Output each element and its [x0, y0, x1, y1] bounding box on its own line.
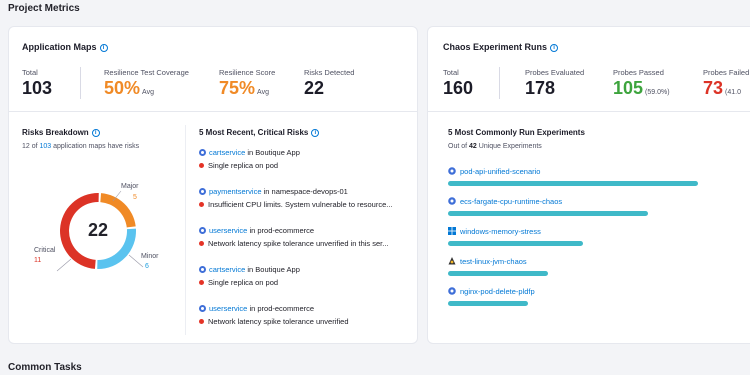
experiment-item[interactable]: test-linux-jvm-chaos: [448, 257, 748, 281]
minor-label: Minor: [141, 253, 159, 260]
experiment-run-bar: [448, 211, 648, 216]
probes-evaluated-label: Probes Evaluated: [525, 68, 585, 77]
common-experiments-list: pod-api-unified-scenario ecs-fargate-cpu-…: [448, 167, 748, 327]
kubernetes-icon: [448, 287, 460, 296]
risk-description: Insufficient CPU limits. System vulnerab…: [199, 200, 399, 209]
risk-description: Network latency spike tolerance unverifi…: [199, 239, 399, 248]
experiment-run-bar: [448, 181, 698, 186]
experiment-name[interactable]: pod-api-unified-scenario: [448, 167, 748, 176]
risk-list-item: paymentservice in namespace-devops-01 Ins…: [199, 187, 414, 209]
risk-description: Network latency spike tolerance unverifi…: [199, 317, 399, 326]
risk-list-item: userservice in prod-ecommerce Network lat…: [199, 304, 414, 326]
critical-value: 11: [34, 257, 42, 264]
kubernetes-icon: [448, 197, 460, 206]
experiment-run-bar: [448, 241, 583, 246]
experiment-run-bar: [448, 271, 548, 276]
risk-list-item: userservice in prod-ecommerce Network lat…: [199, 226, 414, 248]
risk-target: cartservice in Boutique App: [199, 265, 414, 274]
risks-detected-value: 22: [304, 78, 325, 98]
service-icon: [199, 149, 206, 156]
service-link[interactable]: cartservice: [209, 265, 245, 274]
total-value: 103: [22, 78, 53, 98]
risk-target: paymentservice in namespace-devops-01: [199, 187, 414, 196]
service-link[interactable]: userservice: [209, 304, 247, 313]
risk-description: Single replica on pod: [199, 278, 399, 287]
risk-description: Single replica on pod: [199, 161, 399, 170]
service-icon: [199, 227, 206, 234]
experiment-item[interactable]: ecs-fargate-cpu-runtime-chaos: [448, 197, 748, 221]
experiment-run-bar: [448, 301, 528, 306]
risks-detected-label: Risks Detected: [304, 68, 355, 77]
service-link[interactable]: paymentservice: [209, 187, 262, 196]
info-icon[interactable]: i: [311, 129, 320, 137]
experiment-name[interactable]: nginx-pod-delete-pldfp: [448, 287, 748, 296]
application-maps-card: Application Maps i Total 103 Resilience T…: [8, 26, 418, 344]
risk-list-item: cartservice in Boutique App Single replic…: [199, 148, 414, 170]
risk-list-item: cartservice in Boutique App Single replic…: [199, 265, 414, 287]
experiment-item[interactable]: nginx-pod-delete-pldfp: [448, 287, 748, 311]
common-experiments-subtitle: Out of 42 Unique Experiments: [448, 143, 542, 150]
critical-dot-icon: [199, 202, 204, 207]
service-link[interactable]: userservice: [209, 226, 247, 235]
experiment-item[interactable]: windows-memory-stress: [448, 227, 748, 251]
probes-evaluated-value: 178: [525, 78, 556, 98]
page-title: Project Metrics: [8, 3, 80, 14]
risk-target: userservice in prod-ecommerce: [199, 226, 414, 235]
service-icon: [199, 266, 206, 273]
common-experiments-title: 5 Most Commonly Run Experiments: [448, 128, 585, 137]
critical-dot-icon: [199, 280, 204, 285]
chaos-runs-card: Chaos Experiment Runs i Total 160 Probes …: [427, 26, 750, 344]
critical-dot-icon: [199, 241, 204, 246]
info-icon[interactable]: i: [99, 44, 108, 52]
coverage-value: 50% Avg: [104, 78, 154, 98]
probes-failed-value: 73 (41.0: [703, 78, 741, 98]
kubernetes-icon: [448, 167, 460, 176]
chaos-total-value: 160: [443, 78, 474, 98]
risks-donut-chart: [56, 190, 144, 272]
score-value: 75% Avg: [219, 78, 269, 98]
service-icon: [199, 188, 206, 195]
service-link[interactable]: cartservice: [209, 148, 245, 157]
donut-center-value: 22: [87, 220, 109, 240]
probes-passed-value: 105 (59.0%): [613, 78, 670, 98]
major-label: Major: [121, 183, 139, 190]
critical-dot-icon: [199, 163, 204, 168]
score-label: Resilience Score: [219, 68, 276, 77]
info-icon[interactable]: i: [550, 44, 559, 52]
chaos-runs-title: Chaos Experiment Runs i: [443, 42, 559, 52]
coverage-label: Resilience Test Coverage: [104, 68, 189, 77]
windows-icon: [448, 227, 460, 236]
critical-dot-icon: [199, 319, 204, 324]
linux-icon: [448, 257, 460, 266]
risks-breakdown-title: Risks Breakdown i: [22, 128, 100, 137]
experiment-name[interactable]: windows-memory-stress: [448, 227, 748, 236]
service-icon: [199, 305, 206, 312]
total-label: Total: [22, 68, 38, 77]
recent-risks-title: 5 Most Recent, Critical Risks i: [199, 128, 320, 137]
experiment-name[interactable]: test-linux-jvm-chaos: [448, 257, 748, 266]
probes-failed-label: Probes Failed: [703, 68, 750, 77]
risk-target: cartservice in Boutique App: [199, 148, 414, 157]
major-value: 5: [133, 194, 137, 201]
common-tasks-title: Common Tasks: [8, 362, 82, 373]
risks-breakdown-subtitle: 12 of 103 application maps have risks: [22, 143, 140, 150]
experiment-item[interactable]: pod-api-unified-scenario: [448, 167, 748, 191]
info-icon[interactable]: i: [91, 129, 100, 137]
probes-passed-label: Probes Passed: [613, 68, 664, 77]
app-maps-count-link[interactable]: 103: [40, 143, 52, 150]
risk-target: userservice in prod-ecommerce: [199, 304, 414, 313]
minor-value: 6: [145, 263, 149, 270]
experiment-name[interactable]: ecs-fargate-cpu-runtime-chaos: [448, 197, 748, 206]
critical-label: Critical: [34, 247, 56, 254]
application-maps-title: Application Maps i: [22, 42, 108, 52]
chaos-total-label: Total: [443, 68, 459, 77]
